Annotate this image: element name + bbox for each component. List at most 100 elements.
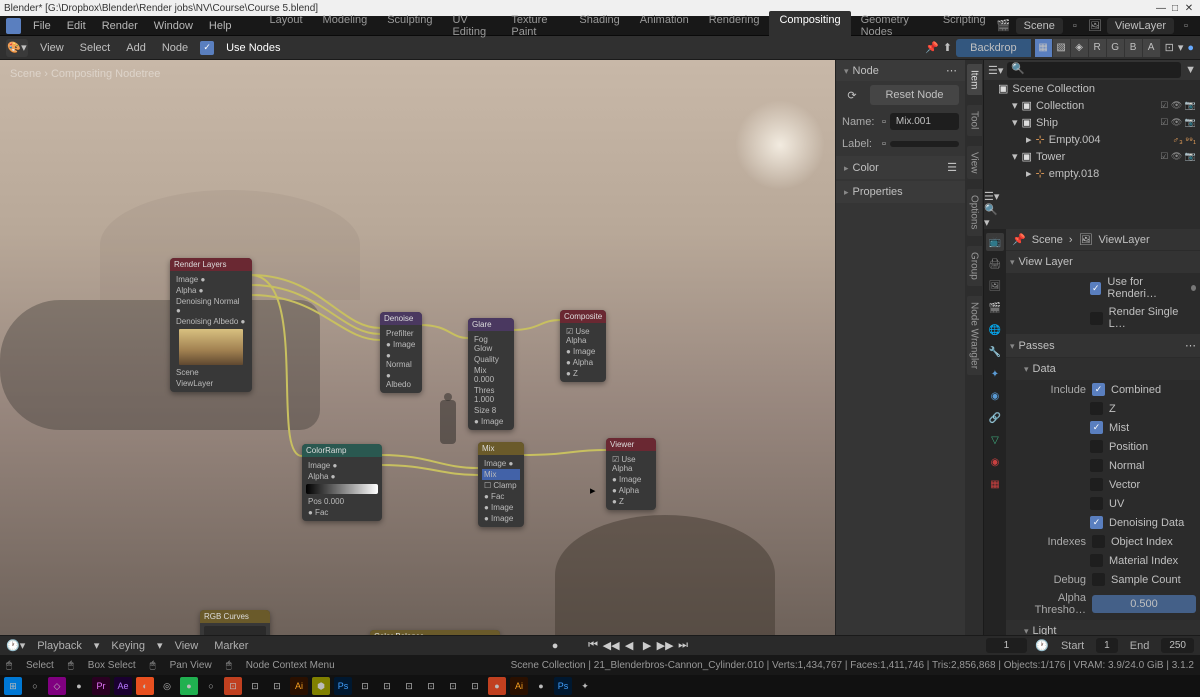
check-sample-count[interactable] bbox=[1092, 573, 1105, 586]
datablock-icon-2[interactable]: ▫ bbox=[882, 138, 886, 150]
tab-group[interactable]: Group bbox=[967, 246, 982, 286]
check-mist[interactable]: ✓ bbox=[1090, 421, 1103, 434]
datablock-icon[interactable]: ▫ bbox=[882, 116, 886, 128]
node-panel-title[interactable]: Node bbox=[844, 65, 879, 77]
blender-logo-icon[interactable] bbox=[6, 18, 21, 34]
ptab-scene[interactable]: 🎬 bbox=[986, 299, 1004, 317]
filter-icon[interactable]: ▼ bbox=[1185, 64, 1196, 76]
taskbar-icon[interactable]: Ps bbox=[334, 677, 352, 695]
taskbar-icon[interactable]: ● bbox=[532, 677, 550, 695]
timeline-view[interactable]: View bbox=[171, 640, 203, 652]
ptab-physics[interactable]: ◉ bbox=[986, 387, 1004, 405]
pin-icon-2[interactable]: 📌 bbox=[1012, 233, 1026, 246]
taskbar-icon[interactable]: ⊞ bbox=[4, 677, 22, 695]
timeline-type-icon[interactable]: 🕐▾ bbox=[6, 639, 25, 652]
outliner-search[interactable]: 🔍 bbox=[1007, 62, 1181, 78]
pin-icon[interactable]: 📌 bbox=[925, 41, 939, 54]
menu-render[interactable]: Render bbox=[94, 20, 146, 32]
panel-options-icon[interactable]: ⋯ bbox=[946, 64, 957, 77]
pb-layer[interactable]: ViewLayer bbox=[1099, 234, 1150, 246]
start-frame[interactable]: 1 bbox=[1096, 638, 1118, 653]
taskbar-icon[interactable]: Ae bbox=[114, 677, 132, 695]
workspace-tab-rendering[interactable]: Rendering bbox=[699, 11, 770, 41]
channel-b[interactable]: B bbox=[1125, 39, 1143, 57]
taskbar-icon[interactable]: ⊡ bbox=[378, 677, 396, 695]
outliner-empty004[interactable]: ▸⊹Empty.004 ♂₃ ⁹⁹₁ bbox=[984, 131, 1200, 148]
taskbar-icon[interactable]: ⊡ bbox=[400, 677, 418, 695]
new-scene-icon[interactable]: ▫ bbox=[1067, 18, 1083, 34]
use-nodes-checkbox[interactable]: ✓ bbox=[200, 41, 214, 55]
node-denoise[interactable]: Denoise Prefilter ● Image ● Normal ● Alb… bbox=[380, 312, 422, 393]
viewlayer-selector[interactable]: ViewLayer bbox=[1107, 18, 1174, 34]
editor-menu-node[interactable]: Node bbox=[158, 42, 192, 54]
curves-widget[interactable] bbox=[204, 626, 266, 635]
panel-passes[interactable]: Passes⋯ bbox=[1006, 334, 1200, 357]
check-z[interactable] bbox=[1090, 402, 1103, 415]
workspace-tab-sculpting[interactable]: Sculpting bbox=[377, 11, 442, 41]
tab-item[interactable]: Item bbox=[967, 64, 982, 95]
panel-light[interactable]: Light bbox=[1006, 620, 1200, 635]
ptab-texture[interactable]: ▦ bbox=[986, 475, 1004, 493]
tab-options[interactable]: Options bbox=[967, 189, 982, 235]
play-reverse-button[interactable]: ◀ bbox=[621, 638, 637, 654]
panel-view-layer[interactable]: View Layer bbox=[1006, 251, 1200, 273]
node-render-layers[interactable]: Render Layers Image ● Alpha ● Denoising … bbox=[170, 258, 252, 392]
backdrop-toggle[interactable]: Backdrop bbox=[956, 39, 1030, 57]
taskbar-icon[interactable]: ⊡ bbox=[246, 677, 264, 695]
outliner-type-icon[interactable]: ☰▾ bbox=[988, 64, 1003, 77]
ptab-constraint[interactable]: 🔗 bbox=[986, 409, 1004, 427]
taskbar-icon[interactable]: ⊡ bbox=[356, 677, 374, 695]
current-frame[interactable]: 1 bbox=[986, 638, 1028, 653]
menu-window[interactable]: Window bbox=[146, 20, 201, 32]
workspace-tab-modeling[interactable]: Modeling bbox=[313, 11, 378, 41]
editor-menu-view[interactable]: View bbox=[36, 42, 68, 54]
node-color-ramp[interactable]: ColorRamp Image ● Alpha ● Pos 0.000 ● Fa… bbox=[302, 444, 382, 521]
node-header[interactable]: Render Layers bbox=[170, 258, 252, 271]
channel-r[interactable]: R bbox=[1089, 39, 1107, 57]
overlay-icon[interactable]: ⊡ bbox=[1165, 41, 1174, 54]
workspace-tab-shading[interactable]: Shading bbox=[569, 11, 629, 41]
node-glare[interactable]: Glare Fog Glow Quality Mix 0.000 Thres 1… bbox=[468, 318, 514, 430]
node-rgb-curves[interactable]: RGB Curves bbox=[200, 610, 270, 635]
channel-combined[interactable]: ▦ bbox=[1035, 39, 1053, 57]
reset-node-button[interactable]: Reset Node bbox=[870, 85, 959, 105]
check-position[interactable] bbox=[1090, 440, 1103, 453]
channel-value[interactable]: ▧ bbox=[1053, 39, 1071, 57]
props-search[interactable]: 🔍 bbox=[984, 203, 1200, 216]
color-section[interactable]: Color ☰ bbox=[836, 156, 965, 179]
outliner-scene-collection[interactable]: ▣Scene Collection bbox=[984, 80, 1200, 97]
filter-icon-2[interactable]: ▾ bbox=[984, 217, 990, 229]
compositor-node-area[interactable]: Scene › Compositing Nodetree Render Laye… bbox=[0, 60, 835, 635]
play-button[interactable]: ▶ bbox=[639, 638, 655, 654]
tab-tool[interactable]: Tool bbox=[967, 105, 982, 135]
prev-key-button[interactable]: ◀◀ bbox=[603, 638, 619, 654]
menu-edit[interactable]: Edit bbox=[59, 20, 94, 32]
outliner-ship[interactable]: ▾▣Ship ☑ 👁 📷 bbox=[984, 114, 1200, 131]
channel-alpha[interactable]: ◈ bbox=[1071, 39, 1089, 57]
menu-help[interactable]: Help bbox=[201, 20, 240, 32]
panel-data[interactable]: Data bbox=[1006, 358, 1200, 380]
taskbar-icon[interactable]: ○ bbox=[202, 677, 220, 695]
jump-start-button[interactable]: ⏮ bbox=[585, 638, 601, 654]
timeline-playback[interactable]: Playback bbox=[33, 640, 86, 652]
check-render-single[interactable] bbox=[1090, 312, 1103, 325]
outliner-collection[interactable]: ▾▣Collection ☑ 👁 📷 bbox=[984, 97, 1200, 114]
ptab-output[interactable]: 🖨 bbox=[986, 255, 1004, 273]
taskbar-icon[interactable]: Ps bbox=[554, 677, 572, 695]
check-denoising-data[interactable]: ✓ bbox=[1090, 516, 1103, 529]
taskbar-icon[interactable]: ● bbox=[488, 677, 506, 695]
name-field[interactable]: Mix.001 bbox=[890, 113, 959, 130]
editor-type-dropdown[interactable]: 🎨▾ bbox=[6, 39, 28, 57]
workspace-tab-layout[interactable]: Layout bbox=[260, 11, 313, 41]
taskbar-icon[interactable]: ◇ bbox=[48, 677, 66, 695]
ptab-wrench[interactable]: 🔧 bbox=[986, 343, 1004, 361]
clock-icon[interactable]: 🕐 bbox=[1035, 639, 1049, 652]
node-mix[interactable]: Mix Image ● Mix ☐ Clamp ● Fac ● Image ● … bbox=[478, 442, 524, 527]
alpha-threshold-field[interactable]: 0.500 bbox=[1092, 595, 1196, 613]
ptab-render[interactable]: 📺 bbox=[986, 233, 1004, 251]
jump-end-button[interactable]: ⏭ bbox=[675, 638, 691, 654]
scene-selector[interactable]: Scene bbox=[1016, 18, 1063, 34]
taskbar-icon[interactable]: ✦ bbox=[576, 677, 594, 695]
check-use-rendering[interactable]: ✓ bbox=[1090, 282, 1101, 295]
taskbar-icon[interactable]: Ai bbox=[510, 677, 528, 695]
